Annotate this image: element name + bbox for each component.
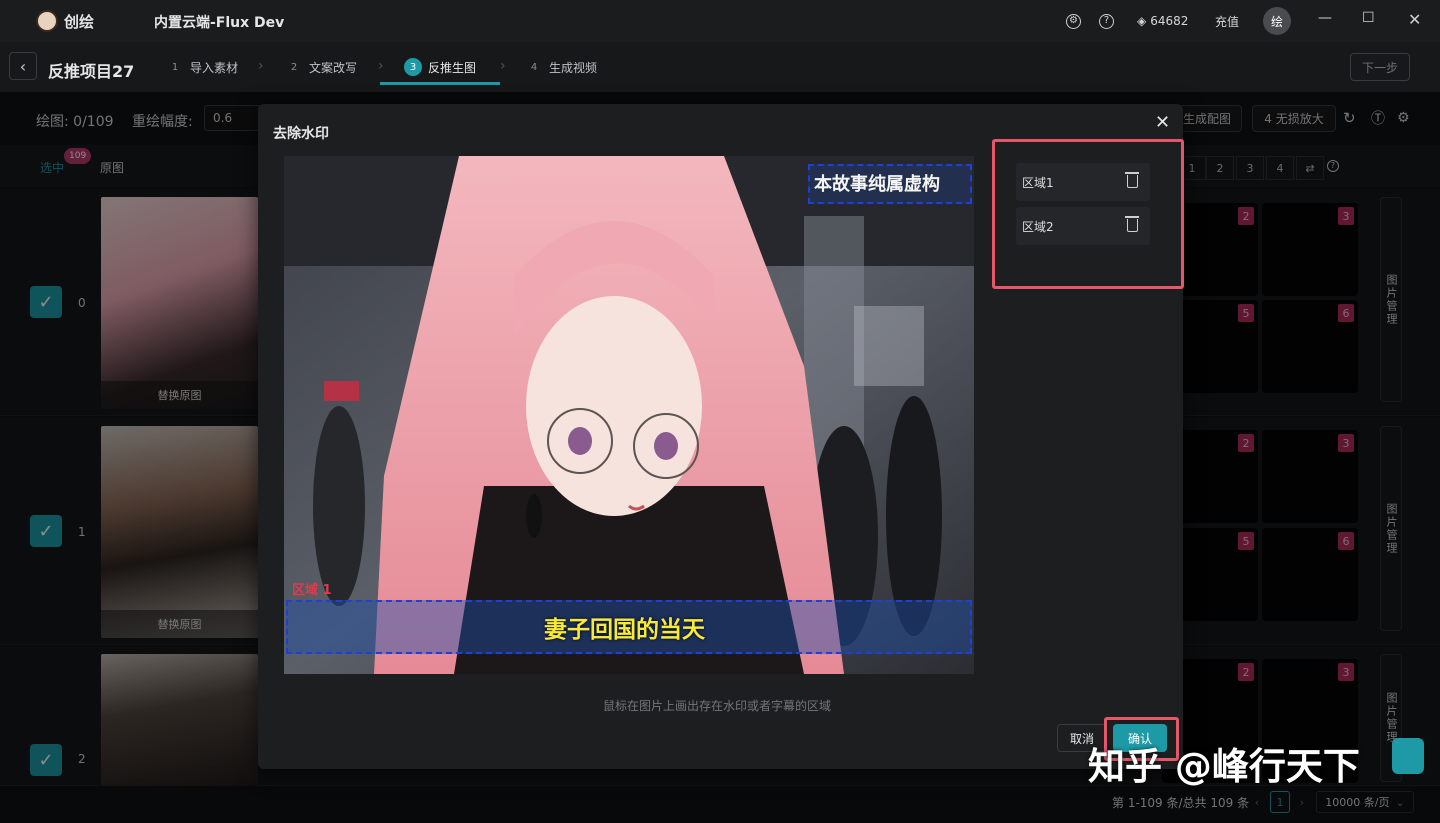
step-generate-video[interactable]: 4 生成视频	[525, 58, 597, 76]
region-list-item[interactable]: 区域2	[1016, 207, 1150, 245]
image-caption-bottom: 妻子回国的当天	[544, 617, 705, 643]
window-title: 内置云端-Flux Dev	[154, 15, 285, 31]
trash-icon[interactable]	[1125, 172, 1139, 188]
app-name: 创绘	[64, 13, 95, 31]
image-caption-top: 本故事纯属虚构	[814, 174, 940, 195]
region-list-item[interactable]: 区域1	[1016, 163, 1150, 201]
credits-display[interactable]: ◈ 64682	[1137, 0, 1188, 42]
next-step-button[interactable]: 下一步	[1350, 53, 1410, 81]
maximize-icon[interactable]: ☐	[1362, 10, 1375, 26]
chevron-left-icon: ‹	[19, 56, 27, 76]
trash-icon[interactable]	[1125, 216, 1139, 232]
app-logo-icon	[36, 10, 58, 32]
credits-icon: ◈	[1137, 14, 1147, 28]
project-name: 反推项目27	[48, 62, 135, 81]
chevron-right-icon: ›	[378, 58, 384, 74]
dialog-hint: 鼠标在图片上画出存在水印或者字幕的区域	[603, 699, 832, 713]
step-reverse-image[interactable]: 3 反推生图	[404, 58, 476, 76]
chat-icon[interactable]	[1392, 738, 1424, 774]
step-rewrite[interactable]: 2 文案改写	[285, 58, 357, 76]
minimize-icon[interactable]: —	[1318, 10, 1332, 26]
active-step-underline	[380, 82, 500, 85]
help-icon[interactable]: ?	[1099, 0, 1114, 42]
close-icon[interactable]: ✕	[1155, 112, 1170, 133]
chevron-right-icon: ›	[500, 58, 506, 74]
step-import[interactable]: 1 导入素材	[166, 58, 238, 76]
anime-girl-image	[284, 156, 974, 674]
image-canvas[interactable]: 本故事纯属虚构 区域 1 妻子回国的当天	[284, 156, 974, 674]
zhihu-watermark: 知乎 @峰行天下	[1088, 745, 1360, 788]
close-window-icon[interactable]: ✕	[1408, 10, 1421, 29]
credits-value: 64682	[1150, 14, 1189, 28]
avatar[interactable]: 绘	[1263, 7, 1291, 35]
region-tag: 区域 1	[292, 583, 332, 598]
recharge-button[interactable]: 充值	[1215, 0, 1239, 42]
chevron-right-icon: ›	[258, 58, 264, 74]
back-button[interactable]: ‹	[9, 52, 37, 80]
settings-icon[interactable]: ⚙	[1066, 0, 1081, 42]
dialog-title: 去除水印	[273, 126, 329, 142]
